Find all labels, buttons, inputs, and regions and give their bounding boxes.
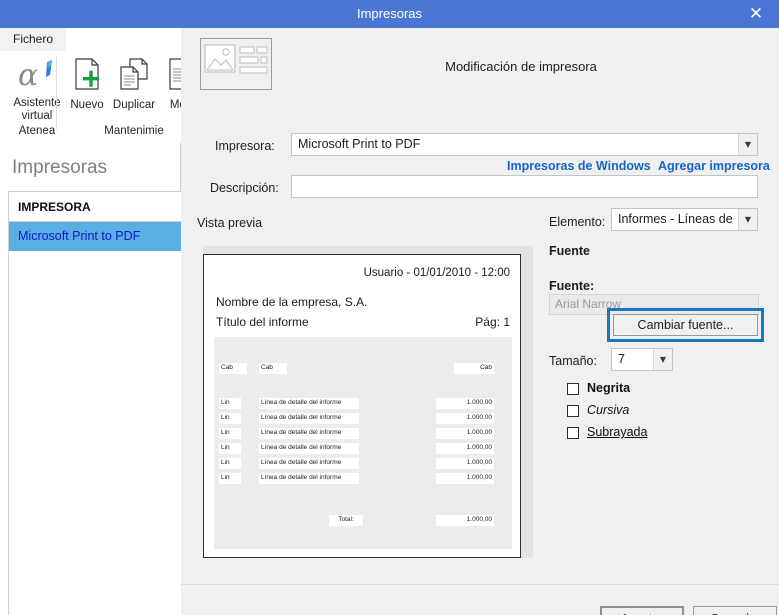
svg-text:α: α xyxy=(18,58,38,91)
ribbon-separator xyxy=(56,57,57,129)
preview-scrollbar[interactable] xyxy=(521,254,533,558)
checkbox-negrita[interactable] xyxy=(567,352,687,370)
new-document-icon xyxy=(64,57,110,98)
ribbon: Fichero α Asistente virtual Atenea Nuevo… xyxy=(0,28,193,143)
preview-row-code: Lin xyxy=(219,398,241,409)
preview-row-amount: 1.000,00 xyxy=(436,473,494,484)
preview-row-text: Línea de detalle del informe xyxy=(259,413,359,424)
preview-page-number: Pág: 1 xyxy=(475,315,510,329)
layout-preview-icon xyxy=(200,38,272,90)
preview-row-text: Línea de detalle del informe xyxy=(259,443,359,454)
description-field-label: Descripción: xyxy=(210,181,279,195)
printer-field-label: Impresora: xyxy=(215,139,275,153)
preview-row-text: Línea de detalle del informe xyxy=(259,398,359,409)
cancel-button[interactable]: Cancelar xyxy=(693,606,777,615)
element-select-value: Informes - Líneas de det xyxy=(618,212,735,226)
checkbox-box[interactable] xyxy=(567,405,579,417)
preview-row-amount: 1.000,00 xyxy=(436,398,494,409)
preview-row-text: Línea de detalle del informe xyxy=(259,473,359,484)
link-add-printer[interactable]: Agregar impresora xyxy=(658,159,770,173)
checkbox-box[interactable] xyxy=(567,427,579,439)
tab-fichero[interactable]: Fichero xyxy=(0,28,66,51)
chevron-down-icon[interactable]: ▼ xyxy=(738,209,757,230)
preview-row-code: Lin xyxy=(219,443,241,454)
printer-list-header: IMPRESORA xyxy=(9,192,181,222)
title-bar: Impresoras ✕ xyxy=(0,0,779,28)
preview-row-code: Lin xyxy=(219,413,241,424)
preview-section-label: Vista previa xyxy=(197,216,263,230)
printer-list: IMPRESORA Microsoft Print to PDF xyxy=(8,191,181,615)
footer-divider xyxy=(181,584,779,585)
checkbox-subrayada[interactable]: Subrayada xyxy=(567,425,697,442)
description-input[interactable] xyxy=(291,175,758,198)
preview-company: Nombre de la empresa, S.A. xyxy=(216,295,368,309)
ribbon-button-duplicar[interactable]: Duplicar xyxy=(108,57,160,112)
preview-body: Cab Cab Cab Lin Línea de detalle del inf… xyxy=(214,337,512,549)
ribbon-button-label: Nuevo xyxy=(70,99,104,111)
page-title: Impresoras xyxy=(12,157,108,178)
chevron-down-icon[interactable]: ▼ xyxy=(738,134,757,155)
app-window: Impresoras ✕ Fichero α Asistente virtual… xyxy=(0,0,779,615)
checkbox-box[interactable] xyxy=(567,383,579,395)
preview-header-cell: Cab xyxy=(219,363,247,374)
description-input-value xyxy=(298,176,735,197)
element-field-label: Elemento: xyxy=(549,215,606,229)
preview-total-label: Total: xyxy=(329,515,363,526)
preview-row-code: Lin xyxy=(219,473,241,484)
change-font-button[interactable]: Cambiar fuente... xyxy=(613,314,758,336)
preview-row-amount: 1.000,00 xyxy=(436,428,494,439)
window-title: Impresoras xyxy=(356,6,423,21)
preview-user-line: Usuario - 01/01/2010 - 12:00 xyxy=(363,267,510,279)
accept-button[interactable]: Aceptar xyxy=(600,606,684,615)
preview-header-cell: Cab xyxy=(259,363,287,374)
duplicate-document-icon xyxy=(108,57,160,98)
report-preview: Usuario - 01/01/2010 - 12:00 Nombre de l… xyxy=(203,246,533,558)
checkbox-label: Negrita xyxy=(587,381,631,395)
ribbon-button-asistente-virtual[interactable]: α Asistente virtual xyxy=(6,57,68,123)
main-panel: Modificación de impresora Impresora: Mic… xyxy=(181,28,779,615)
link-windows-printers[interactable]: Impresoras de Windows xyxy=(507,159,651,173)
alpha-assistant-icon: α xyxy=(6,57,68,96)
ribbon-button-label: Duplicar xyxy=(112,99,156,111)
preview-row-code: Lin xyxy=(219,428,241,439)
preview-header-cell: Cab xyxy=(454,363,494,374)
preview-row-text: Línea de detalle del informe xyxy=(259,428,359,439)
checkbox-label: Cursiva xyxy=(587,403,630,417)
list-item-label: Microsoft Print to PDF xyxy=(18,229,141,243)
preview-total-amount: 1.000,00 xyxy=(436,515,494,526)
preview-row-amount: 1.000,00 xyxy=(436,413,494,424)
ribbon-body: α Asistente virtual Atenea Nuevo Duplica… xyxy=(0,51,193,143)
element-select[interactable]: Informes - Líneas de det ▼ xyxy=(611,208,758,231)
preview-row-amount: 1.000,00 xyxy=(436,443,494,454)
checkbox-label: Subrayada xyxy=(587,425,648,439)
list-item[interactable]: Microsoft Print to PDF xyxy=(9,222,181,251)
font-field-label: Fuente: xyxy=(549,279,595,293)
preview-report-title: Título del informe xyxy=(216,315,309,329)
preview-row-text: Línea de detalle del informe xyxy=(259,458,359,469)
sidebar: Impresoras IMPRESORA Microsoft Print to … xyxy=(0,143,181,615)
printer-select-value: Microsoft Print to PDF xyxy=(298,137,421,151)
checkbox-cursiva[interactable]: Cursiva xyxy=(567,403,697,420)
printer-select[interactable]: Microsoft Print to PDF ▼ xyxy=(291,133,758,156)
ribbon-button-label: Asistente virtual xyxy=(13,97,61,122)
ribbon-button-nuevo[interactable]: Nuevo xyxy=(64,57,110,112)
preview-page: Usuario - 01/01/2010 - 12:00 Nombre de l… xyxy=(203,254,521,558)
preview-row-code: Lin xyxy=(219,458,241,469)
preview-row-amount: 1.000,00 xyxy=(436,458,494,469)
font-section-title: Fuente xyxy=(549,244,590,258)
close-icon[interactable]: ✕ xyxy=(733,0,779,28)
ribbon-group-label-atenea: Atenea xyxy=(18,125,56,137)
dialog-heading: Modificación de impresora xyxy=(445,59,597,74)
checkbox-negrita[interactable]: Negrita xyxy=(567,381,697,398)
